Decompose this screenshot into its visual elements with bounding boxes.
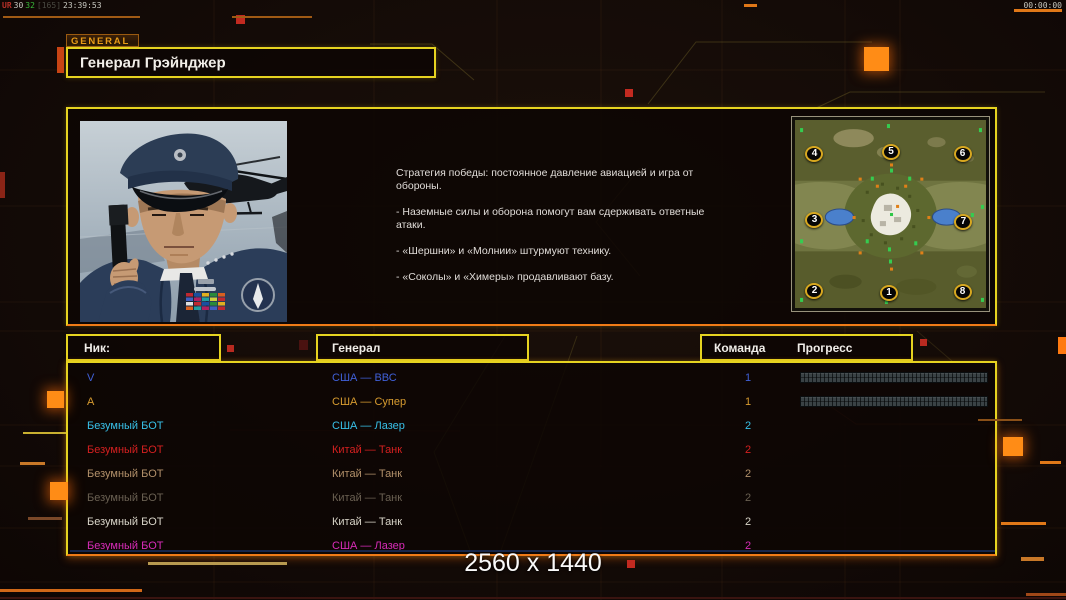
player-general: США — ВВС — [332, 372, 397, 384]
player-nick: Безумный БОТ — [87, 468, 164, 480]
player-team: 2 — [744, 468, 752, 480]
table-row: Безумный БОТ Китай — Танк 2 — [68, 438, 995, 462]
minimap-start-marker: 7 — [954, 213, 973, 230]
decor-line — [0, 589, 142, 592]
header-general-box: Генерал — [316, 334, 529, 361]
minimap-markers: 4 5 6 3 7 2 1 8 — [795, 120, 986, 308]
table-row: Безумный БОТ Китай — Танк 2 — [68, 510, 995, 534]
players-table: V США — ВВС 1 A США — Супер 1 Безумный БОТ США … — [66, 361, 997, 556]
decor-line — [148, 562, 287, 565]
decor-square — [1003, 437, 1023, 456]
general-name: Генерал Грэйнджер — [80, 54, 226, 71]
decor-line — [1026, 593, 1066, 596]
general-portrait — [80, 121, 287, 322]
header-nick-label: Ник: — [84, 340, 111, 355]
player-team: 1 — [744, 372, 752, 384]
briefing-paragraph: - Наземные силы и оборона помогут вам сд… — [396, 206, 705, 231]
table-row: V США — ВВС 1 — [68, 366, 995, 390]
player-team: 2 — [744, 444, 752, 456]
minimap-start-marker: 4 — [805, 145, 824, 162]
minimap-start-marker: 3 — [805, 211, 824, 228]
decor-line — [23, 432, 66, 434]
decor-square — [864, 47, 889, 71]
decor-square — [50, 482, 68, 500]
player-progress-bar — [800, 396, 988, 407]
briefing-paragraph: - «Соколы» и «Химеры» продавливают базу. — [396, 271, 614, 283]
header-progress-label: Прогресс — [797, 340, 853, 355]
decor-line — [744, 4, 757, 7]
decor-square — [47, 391, 64, 408]
minimap-start-marker: 2 — [805, 282, 824, 299]
decor-line — [70, 550, 995, 552]
briefing-paragraph: - «Шершни» и «Молнии» штурмуют технику. — [396, 245, 612, 257]
decor-line — [1040, 461, 1061, 464]
player-nick: Безумный БОТ — [87, 420, 164, 432]
debug-clock: 23:39:53 — [63, 1, 102, 10]
table-row: Безумный БОТ Китай — Танк 2 — [68, 462, 995, 486]
player-general: США — Супер — [332, 396, 407, 408]
player-team: 2 — [744, 420, 752, 432]
player-nick: Безумный БОТ — [87, 492, 164, 504]
player-nick: Безумный БОТ — [87, 516, 164, 528]
general-title-box: Генерал Грэйнджер — [66, 47, 436, 78]
player-progress-bar — [800, 372, 988, 383]
player-team: 1 — [744, 396, 752, 408]
decor-line — [3, 16, 140, 18]
decor-line — [20, 462, 45, 465]
header-team-label: Команда — [714, 340, 766, 355]
decor-line — [978, 419, 1022, 421]
player-general: Китай — Танк — [332, 492, 403, 504]
decor-line — [1021, 557, 1044, 561]
player-nick: V — [87, 372, 95, 384]
decor-line — [1001, 522, 1046, 525]
decor-line — [28, 517, 62, 520]
decor-square — [227, 345, 234, 352]
debug-overlay: UR 30 32 [165] 23:39:53 — [2, 1, 104, 10]
strategy-briefing: Стратегия победы: постоянное давление ав… — [396, 167, 816, 297]
debug-fps: 30 — [13, 1, 24, 10]
header-general-label: Генерал — [332, 340, 381, 355]
decor-line — [0, 597, 1066, 599]
table-row: A США — Супер 1 — [68, 390, 995, 414]
player-general: Китай — Танк — [332, 468, 403, 480]
table-row: Безумный БОТ Китай — Танк 2 — [68, 486, 995, 510]
player-nick: Безумный БОТ — [87, 444, 164, 456]
loading-screen: UR 30 32 [165] 23:39:53 00:00:00 GENERAL Ген… — [0, 0, 1066, 600]
minimap: 4 5 6 3 7 2 1 8 — [791, 116, 990, 312]
minimap-start-marker: 1 — [879, 284, 898, 301]
decor-square — [1058, 337, 1066, 354]
minimap-start-marker: 5 — [882, 143, 901, 160]
decor-line — [232, 16, 312, 18]
decor-square — [920, 339, 927, 346]
debug-bracket: [165] — [36, 1, 62, 10]
player-general: США — Лазер — [332, 420, 405, 432]
debug-val: 32 — [25, 1, 35, 10]
decor-square — [57, 47, 64, 73]
header-team-progress-box: Команда Прогресс — [700, 334, 913, 361]
player-team: 2 — [744, 516, 752, 528]
player-general: Китай — Танк — [332, 516, 403, 528]
decor-square — [625, 89, 633, 97]
player-general: Китай — Танк — [332, 444, 403, 456]
briefing-paragraph: Стратегия победы: постоянное давление ав… — [396, 167, 694, 192]
player-nick: A — [87, 396, 95, 408]
decor-square — [0, 172, 5, 198]
briefing-box: Стратегия победы: постоянное давление ав… — [66, 107, 997, 326]
decor-square — [299, 340, 308, 350]
debug-ur: UR — [2, 1, 12, 10]
general-tab-label: GENERAL — [66, 34, 139, 47]
minimap-start-marker: 6 — [953, 145, 972, 162]
header-nick-box: Ник: — [66, 334, 221, 361]
decor-line — [1014, 9, 1062, 12]
decor-square — [627, 560, 635, 568]
minimap-start-marker: 8 — [953, 283, 972, 300]
table-row: Безумный БОТ США — Лазер 2 — [68, 414, 995, 438]
player-team: 2 — [744, 492, 752, 504]
